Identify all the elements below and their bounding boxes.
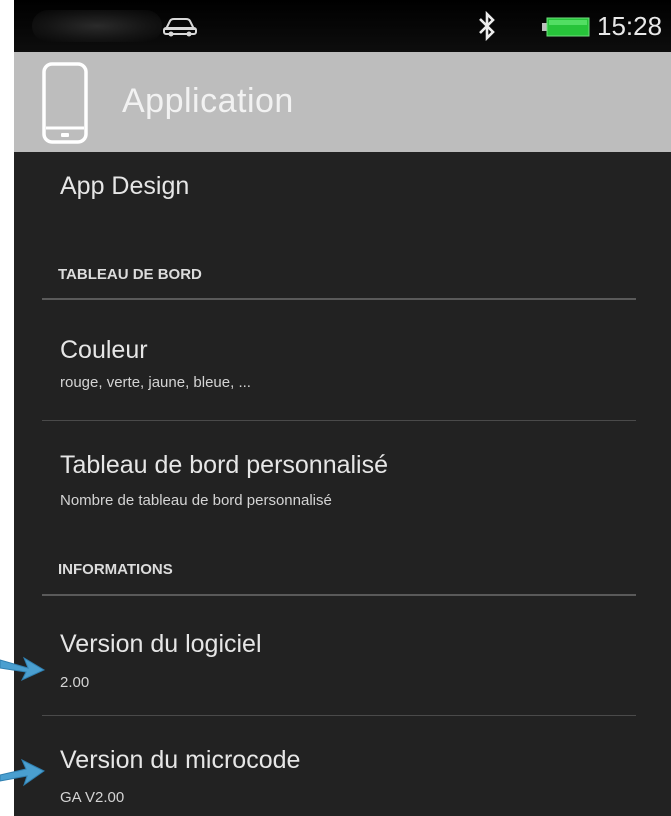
section-header-dashboard: TABLEAU DE BORD (58, 266, 202, 283)
color-setting-title: Couleur (60, 336, 148, 364)
car-icon (163, 18, 197, 37)
app-design-label: App Design (60, 172, 190, 200)
color-setting-item[interactable]: Couleur rouge, verte, jaune, bleue, ... (14, 300, 671, 420)
firmware-version-value: GA V2.00 (60, 789, 125, 806)
action-bar: Application (14, 52, 671, 152)
arrow-icon (0, 656, 46, 682)
section-header-info: INFORMATIONS (58, 561, 173, 578)
status-bar: 15:28 (14, 0, 671, 52)
arrow-icon (0, 758, 45, 787)
software-version-title: Version du logiciel (60, 630, 262, 658)
software-version-value: 2.00 (60, 674, 90, 691)
phone-icon (42, 62, 88, 144)
custom-dashboard-title: Tableau de bord personnalisé (60, 451, 389, 479)
bluetooth-icon (479, 10, 495, 42)
software-version-item[interactable]: Version du logiciel 2.00 (14, 596, 671, 714)
page-title: Application (122, 82, 294, 120)
battery-icon (542, 17, 590, 37)
app-design-item[interactable]: App Design (14, 152, 671, 234)
custom-dashboard-item[interactable]: Tableau de bord personnalisé Nombre de t… (14, 421, 671, 541)
status-notification-area (32, 10, 162, 42)
color-setting-summary: rouge, verte, jaune, bleue, ... (60, 374, 251, 391)
clock: 15:28 (597, 11, 663, 41)
phone-screen: 15:28 Application App Design TABLEAU DE … (14, 0, 671, 816)
custom-dashboard-summary: Nombre de tableau de bord personnalisé (60, 492, 332, 509)
firmware-version-title: Version du microcode (60, 746, 301, 774)
firmware-version-item[interactable]: Version du microcode GA V2.00 (14, 716, 671, 816)
